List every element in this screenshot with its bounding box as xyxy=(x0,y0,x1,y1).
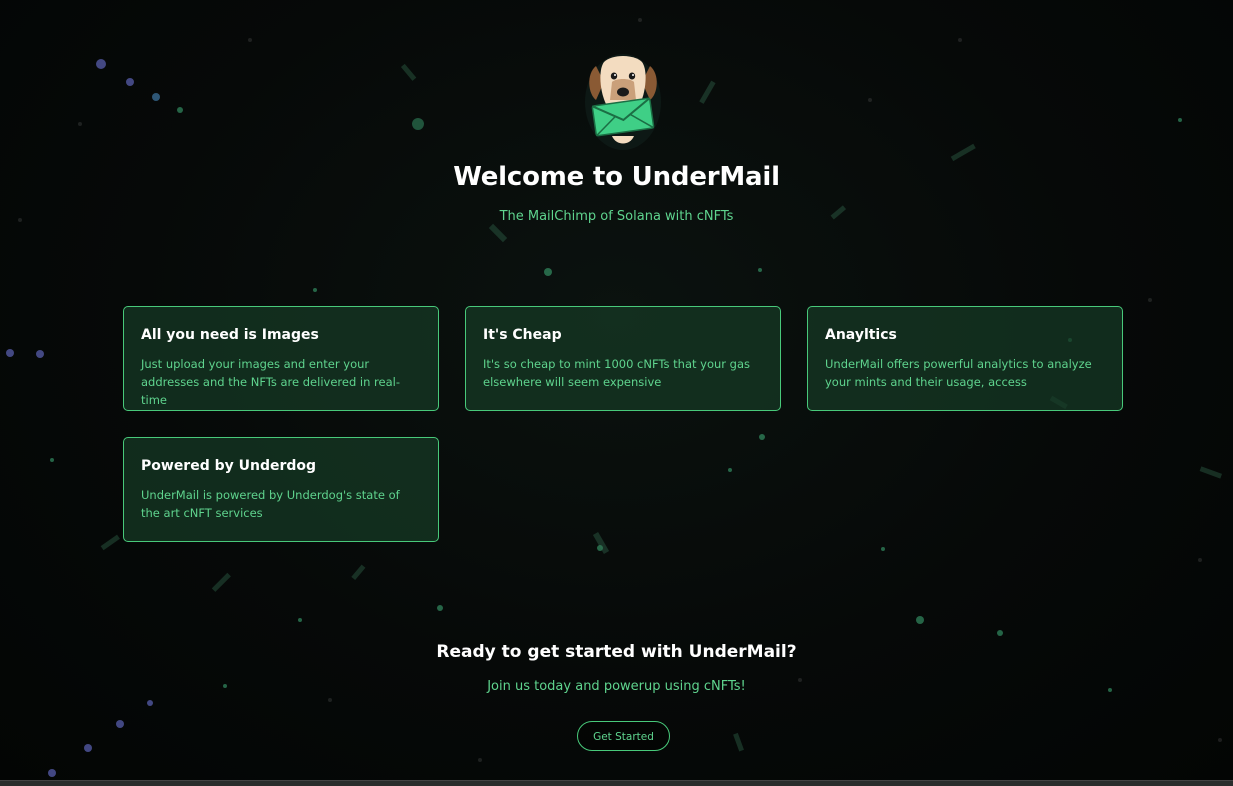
feature-card-text: It's so cheap to mint 1000 cNFTs that yo… xyxy=(483,357,751,389)
dog-with-envelope-logo xyxy=(585,54,661,150)
feature-card-images: All you need is Images Just upload your … xyxy=(123,306,439,411)
feature-card-text: UnderMail offers powerful analytics to a… xyxy=(825,357,1092,389)
cta-subheading: Join us today and powerup using cNFTs! xyxy=(487,679,746,694)
cta-heading: Ready to get started with UnderMail? xyxy=(436,642,797,662)
feature-card-analytics: Anayltics UnderMail offers powerful anal… xyxy=(807,306,1123,411)
feature-card-title: Anayltics xyxy=(825,327,897,343)
page-subtitle: The MailChimp of Solana with cNFTs xyxy=(499,209,734,224)
feature-card-cheap: It's Cheap It's so cheap to mint 1000 cN… xyxy=(465,306,781,411)
feature-card-title: All you need is Images xyxy=(141,327,319,343)
feature-card-title: Powered by Underdog xyxy=(141,458,317,474)
feature-card-text: UnderMail is powered by Underdog's state… xyxy=(141,488,400,520)
feature-card-text: Just upload your images and enter your a… xyxy=(141,357,400,407)
window-bottom-edge xyxy=(0,780,1233,786)
get-started-button[interactable]: Get Started xyxy=(577,721,670,751)
feature-card-underdog: Powered by Underdog UnderMail is powered… xyxy=(123,437,439,542)
landing-page: Welcome to UnderMail The MailChimp of So… xyxy=(0,0,1233,786)
feature-card-title: It's Cheap xyxy=(483,327,562,343)
page-title: Welcome to UnderMail xyxy=(453,162,780,192)
